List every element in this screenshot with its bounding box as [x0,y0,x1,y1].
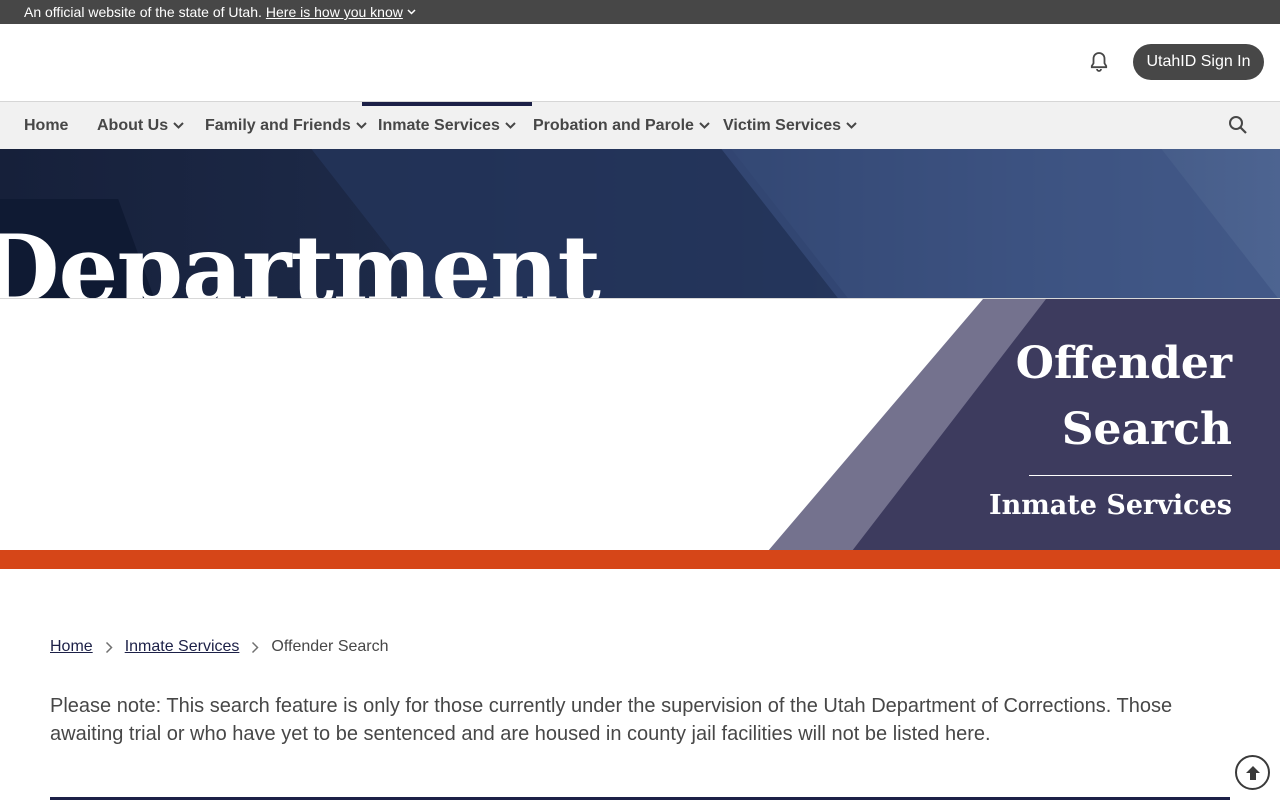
nav-item-label: Victim Services [723,116,842,134]
chevron-down-icon [699,122,710,129]
page-title: Offender Search [1016,331,1232,463]
title-divider [1029,475,1232,476]
accent-bar [0,550,1280,569]
chevron-down-icon [505,122,516,129]
site-header: UtahID Sign In [0,24,1280,102]
supervision-note: Please note: This search feature is only… [50,695,1173,745]
nav-item-label: Family and Friends [205,116,351,134]
main-nav: Home About Us Family and Friends Inmate … [0,102,1280,149]
chevron-right-icon [105,641,113,654]
official-site-banner: An official website of the state of Utah… [0,0,1280,24]
chevron-down-icon [356,122,367,129]
search-icon[interactable] [1226,113,1250,137]
breadcrumb-current: Offender Search [271,638,389,655]
breadcrumb-inmate-services-link[interactable]: Inmate Services [125,638,240,656]
chevron-down-icon [846,122,857,129]
nav-item-label: Home [24,116,69,134]
page-title-line2: Search [1061,404,1232,455]
nav-item-probation-and-parole[interactable]: Probation and Parole [533,102,710,149]
utahid-sign-in-button[interactable]: UtahID Sign In [1133,44,1264,80]
breadcrumb-home-link[interactable]: Home [50,638,93,656]
how-you-know-label: Here is how you know [265,4,403,20]
nav-item-victim-services[interactable]: Victim Services [723,102,857,149]
nav-item-home[interactable]: Home [24,102,68,149]
hero-title-section: Offender Search Inmate Services [0,298,1280,550]
how-you-know-link[interactable]: Here is how you know [266,1,416,23]
hero-banner-image: Department [0,149,1280,298]
bell-icon[interactable] [1087,50,1111,74]
back-to-top-button[interactable] [1235,755,1270,790]
nav-item-label: About Us [97,116,169,134]
chevron-down-icon [173,122,184,129]
page-title-line1: Offender [1015,338,1232,389]
nav-item-about-us[interactable]: About Us [97,102,184,149]
nav-item-family-and-friends[interactable]: Family and Friends [205,102,367,149]
chevron-right-icon [251,641,259,654]
chevron-down-icon [407,9,416,15]
nav-item-inmate-services[interactable]: Inmate Services [362,102,532,149]
arrow-up-icon [1245,765,1260,780]
nav-item-label: Inmate Services [378,116,500,134]
nav-item-label: Probation and Parole [533,116,694,134]
page-section-subtitle: Inmate Services [988,490,1232,521]
hero-background-word: Department [0,215,601,298]
breadcrumb: Home Inmate Services Offender Search [50,636,389,658]
official-site-text: An official website of the state of Utah… [24,4,262,20]
